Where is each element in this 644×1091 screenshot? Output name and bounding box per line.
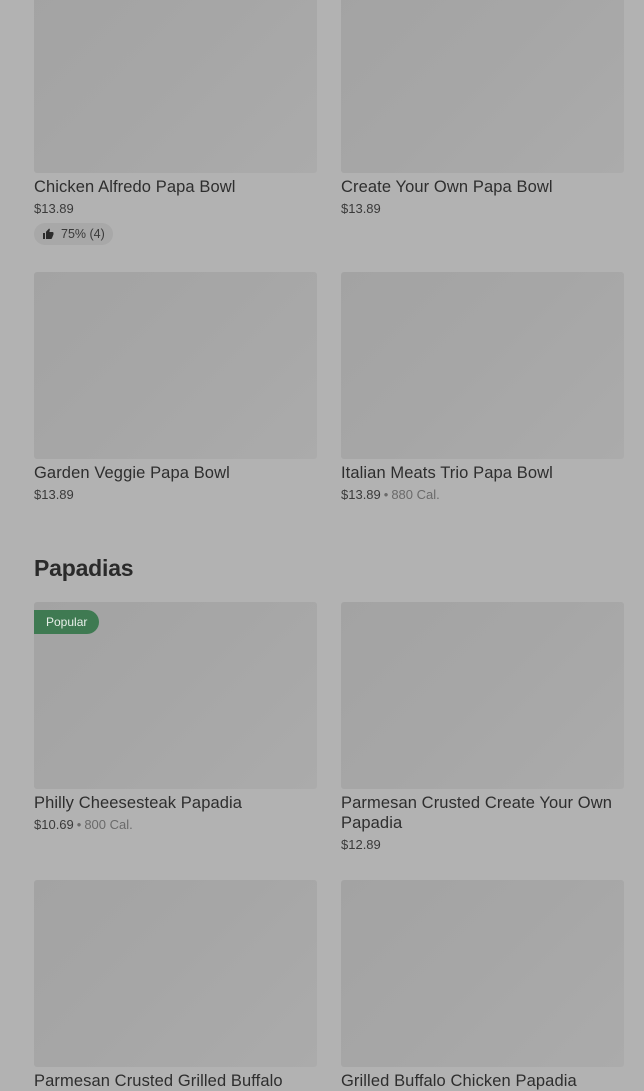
menu-item-image[interactable]: [341, 880, 624, 1067]
menu-item-image[interactable]: [34, 272, 317, 459]
popular-badge: Popular: [34, 610, 100, 634]
menu-item-image[interactable]: [34, 0, 317, 173]
rating-pill: 75% (4): [34, 223, 113, 245]
menu-item-price: $10.69: [34, 817, 74, 832]
menu-item-title[interactable]: Grilled Buffalo Chicken Papadia: [341, 1071, 624, 1091]
menu-item-meta: $13.89 • 880 Cal.: [341, 487, 624, 503]
meta-separator: •: [383, 487, 389, 502]
menu-item-card[interactable]: Create Your Own Papa Bowl $13.89: [341, 0, 624, 217]
menu-item-title[interactable]: Parmesan Crusted Grilled Buffalo: [34, 1071, 317, 1091]
menu-item-card[interactable]: Popular Philly Cheesesteak Papadia $10.6…: [34, 602, 317, 833]
menu-item-price: $12.89: [341, 837, 381, 852]
menu-item-card[interactable]: Grilled Buffalo Chicken Papadia: [341, 880, 624, 1091]
menu-item-meta: $13.89: [341, 201, 624, 217]
menu-item-image[interactable]: [341, 602, 624, 789]
menu-item-title[interactable]: Garden Veggie Papa Bowl: [34, 463, 317, 483]
menu-item-calories: 800 Cal.: [84, 817, 133, 832]
menu-item-card[interactable]: Garden Veggie Papa Bowl $13.89: [34, 272, 317, 503]
menu-item-title[interactable]: Create Your Own Papa Bowl: [341, 177, 624, 197]
thumbs-up-icon: [43, 228, 54, 239]
menu-item-card[interactable]: Parmesan Crusted Create Your Own Papadia…: [341, 602, 624, 853]
menu-item-price: $13.89: [34, 487, 74, 502]
menu-item-price: $13.89: [34, 201, 74, 216]
menu-item-image[interactable]: [34, 880, 317, 1067]
menu-item-image[interactable]: Popular: [34, 602, 317, 789]
section-title-papadias: Papadias: [34, 555, 134, 581]
menu-item-title[interactable]: Philly Cheesesteak Papadia: [34, 793, 317, 813]
menu-item-title[interactable]: Parmesan Crusted Create Your Own Papadia: [341, 793, 624, 833]
menu-item-meta: $12.89: [341, 837, 624, 853]
menu-item-price: $13.89: [341, 201, 381, 216]
menu-item-meta: $13.89: [34, 487, 317, 503]
menu-item-title[interactable]: Chicken Alfredo Papa Bowl: [34, 177, 317, 197]
menu-item-meta: $10.69 • 800 Cal.: [34, 817, 317, 833]
menu-page: Chicken Alfredo Papa Bowl $13.89 75% (4)…: [0, 0, 644, 1090]
menu-item-card[interactable]: Italian Meats Trio Papa Bowl $13.89 • 880 …: [341, 272, 624, 503]
menu-item-title[interactable]: Italian Meats Trio Papa Bowl: [341, 463, 624, 483]
menu-item-image[interactable]: [341, 272, 624, 459]
meta-separator: •: [76, 817, 82, 832]
menu-item-card[interactable]: Parmesan Crusted Grilled Buffalo: [34, 880, 317, 1091]
menu-item-price: $13.89: [341, 487, 381, 502]
menu-item-calories: 880 Cal.: [391, 487, 440, 502]
menu-item-image[interactable]: [341, 0, 624, 173]
rating-text: 75% (4): [61, 227, 105, 241]
menu-item-meta: $13.89: [34, 201, 317, 217]
menu-item-card[interactable]: Chicken Alfredo Papa Bowl $13.89 75% (4): [34, 0, 317, 245]
